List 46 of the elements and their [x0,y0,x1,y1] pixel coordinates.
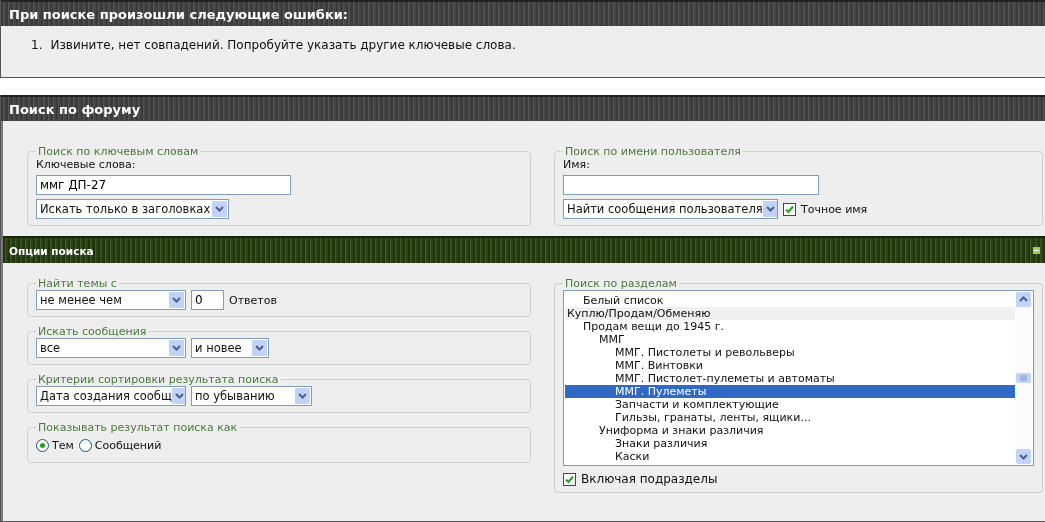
caret-icon [169,340,184,356]
caret-icon [171,388,185,404]
username-field[interactable] [563,175,819,195]
dropdown[interactable]: все [36,338,186,358]
panel-title: Поиск по форуму [1,95,1045,121]
radio-button[interactable] [36,438,49,452]
scroll-up-icon[interactable] [1016,292,1031,307]
field-label: Ключевые слова: [36,158,137,171]
fieldset-legend: Критерии сортировки результата поиска [36,373,281,386]
scrollbar-thumb-icon[interactable] [1016,373,1031,383]
list-item[interactable]: Куплю/Продам/Обменяю [565,307,1015,320]
replies-field[interactable]: 0 [191,290,224,310]
error-message: Извините, нет совпадений. Попробуйте указать другие ключевые слова. [50,38,516,52]
dropdown[interactable]: Искать только в заголовках [36,199,229,219]
checkbox-label: Включая подразделы [581,472,718,486]
checkbox-label: Точное имя [801,202,868,216]
checkbox[interactable] [563,472,576,486]
error-title: При поиске произошли следующие ошибки: [1,0,1045,26]
fieldset-legend: Найти темы с [36,277,119,290]
fieldset-legend: Поиск по разделам [563,277,679,290]
fieldset-legend: Поиск по ключевым словам [36,145,201,158]
sections-listbox[interactable] [563,290,1034,466]
field-label: Ответов [229,293,277,307]
dropdown[interactable]: Дата создания сообщ [36,386,186,406]
list-item[interactable]: ММГ. Пулеметы [565,385,1015,398]
caret-icon [295,388,310,404]
section-title: Опции поиска [9,244,94,257]
caret-icon [169,292,184,308]
caret-icon [252,340,267,356]
radio-button[interactable] [78,438,92,452]
fieldset-legend: Поиск по имени пользователя [563,145,743,158]
caret-icon [762,201,777,217]
checkbox[interactable] [783,202,796,216]
dropdown[interactable]: и новее [191,338,269,358]
caret-icon [212,201,227,217]
field-label: Имя: [563,158,591,171]
list-number: 1. [31,38,43,52]
radio-label: Сообщений [94,438,162,452]
fieldset-legend: Показывать результат поиска как [36,421,240,434]
scroll-down-icon[interactable] [1016,449,1031,464]
dropdown[interactable]: Найти сообщения пользователя [563,199,778,219]
dropdown[interactable]: по убыванию [191,386,312,406]
radio-label: Тем [52,438,74,452]
dropdown[interactable]: не менее чем [36,290,186,310]
fieldset-legend: Искать сообщения [36,325,149,338]
keywords-field[interactable]: ммг ДП-27 [36,175,291,195]
